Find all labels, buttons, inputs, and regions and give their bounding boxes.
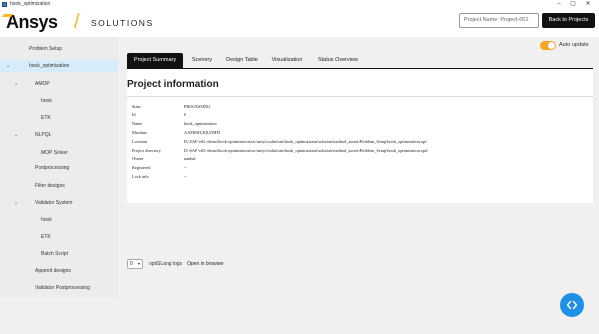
- tab-visualization[interactable]: Visualization: [267, 53, 307, 68]
- sidebar-item-batch-script[interactable]: Batch Script: [0, 248, 118, 260]
- sidebar-tree: Problem Setup ⌄ hook_optimization ⌄ AMOP…: [0, 37, 118, 297]
- optislang-logs-label: optiSLang logs: [149, 261, 183, 267]
- back-to-projects-button[interactable]: Back to Projects: [542, 13, 595, 28]
- sidebar-item-hook[interactable]: hook: [0, 95, 118, 107]
- sidebar-item-hook-2[interactable]: hook: [0, 214, 118, 226]
- minimize-icon[interactable]: –: [553, 0, 565, 9]
- chevron-down-icon: ▾: [137, 261, 140, 266]
- chevron-down-icon[interactable]: ⌄: [14, 197, 18, 209]
- tab-project-summary[interactable]: Project Summary: [127, 53, 183, 68]
- panel-title: Project information: [127, 79, 219, 90]
- maximize-icon[interactable]: ▢: [567, 0, 579, 9]
- logo-slash: /: [74, 11, 80, 33]
- tab-scenery[interactable]: Scenery: [187, 53, 217, 68]
- sidebar-item-postprocessing[interactable]: Postprocessing: [0, 162, 118, 174]
- sidebar-item-mop-solver[interactable]: MOP Solver: [0, 147, 118, 159]
- chevron-down-icon[interactable]: ⌄: [14, 78, 18, 90]
- chevron-down-icon[interactable]: ⌄: [14, 129, 18, 141]
- sidebar-item-amop[interactable]: ⌄ AMOP: [0, 78, 118, 90]
- close-icon[interactable]: ✕: [582, 0, 594, 9]
- auto-update-label: Auto update: [559, 42, 589, 48]
- open-in-browser-button[interactable]: Open in browser: [183, 259, 228, 269]
- toggle-knob: [548, 42, 555, 49]
- tab-status-overview[interactable]: Status Overview: [313, 53, 363, 68]
- window-titlebar: hook_optimization – ▢ ✕: [0, 0, 599, 9]
- logo-solutions: SOLUTIONS: [91, 18, 154, 28]
- project-summary-panel: Project information State PROCESSING Id …: [127, 68, 593, 203]
- sidebar-item-hook-optimization[interactable]: ⌄ hook_optimization: [0, 60, 118, 72]
- sidebar-item-filter-designs[interactable]: Filter designs: [0, 180, 118, 192]
- auto-update-toggle[interactable]: [540, 41, 556, 50]
- sidebar-item-nlpql[interactable]: ⌄ NLPQL: [0, 129, 118, 141]
- divider: [127, 96, 593, 97]
- app-icon: [2, 2, 7, 7]
- tab-design-table[interactable]: Design Table: [222, 53, 262, 68]
- code-brackets-icon: [566, 300, 578, 310]
- sidebar-item-validator-postprocessing[interactable]: Validator Postprocessing: [0, 282, 118, 294]
- sidebar-item-validator-system[interactable]: ⌄ Validator System: [0, 197, 118, 209]
- sidebar-item-problem-setup[interactable]: Problem Setup: [0, 43, 118, 55]
- main-content: Auto update Project Summary Scenery Desi…: [122, 37, 599, 297]
- sidebar-item-etk-2[interactable]: ETK: [0, 231, 118, 243]
- window-title: hook_optimization: [10, 1, 51, 7]
- sidebar-item-append-designs[interactable]: Append designs: [0, 265, 118, 277]
- ansys-logo: Ansys: [6, 12, 58, 32]
- code-toggle-button[interactable]: [560, 293, 584, 317]
- app-header: Ansys / SOLUTIONS Project Name: Project-…: [0, 9, 599, 37]
- chevron-down-icon[interactable]: ⌄: [6, 60, 10, 72]
- sidebar-item-etk[interactable]: ETK: [0, 112, 118, 124]
- project-name-input[interactable]: Project Name: Project-001: [459, 13, 539, 28]
- log-level-select[interactable]: 0 ▾: [127, 259, 143, 269]
